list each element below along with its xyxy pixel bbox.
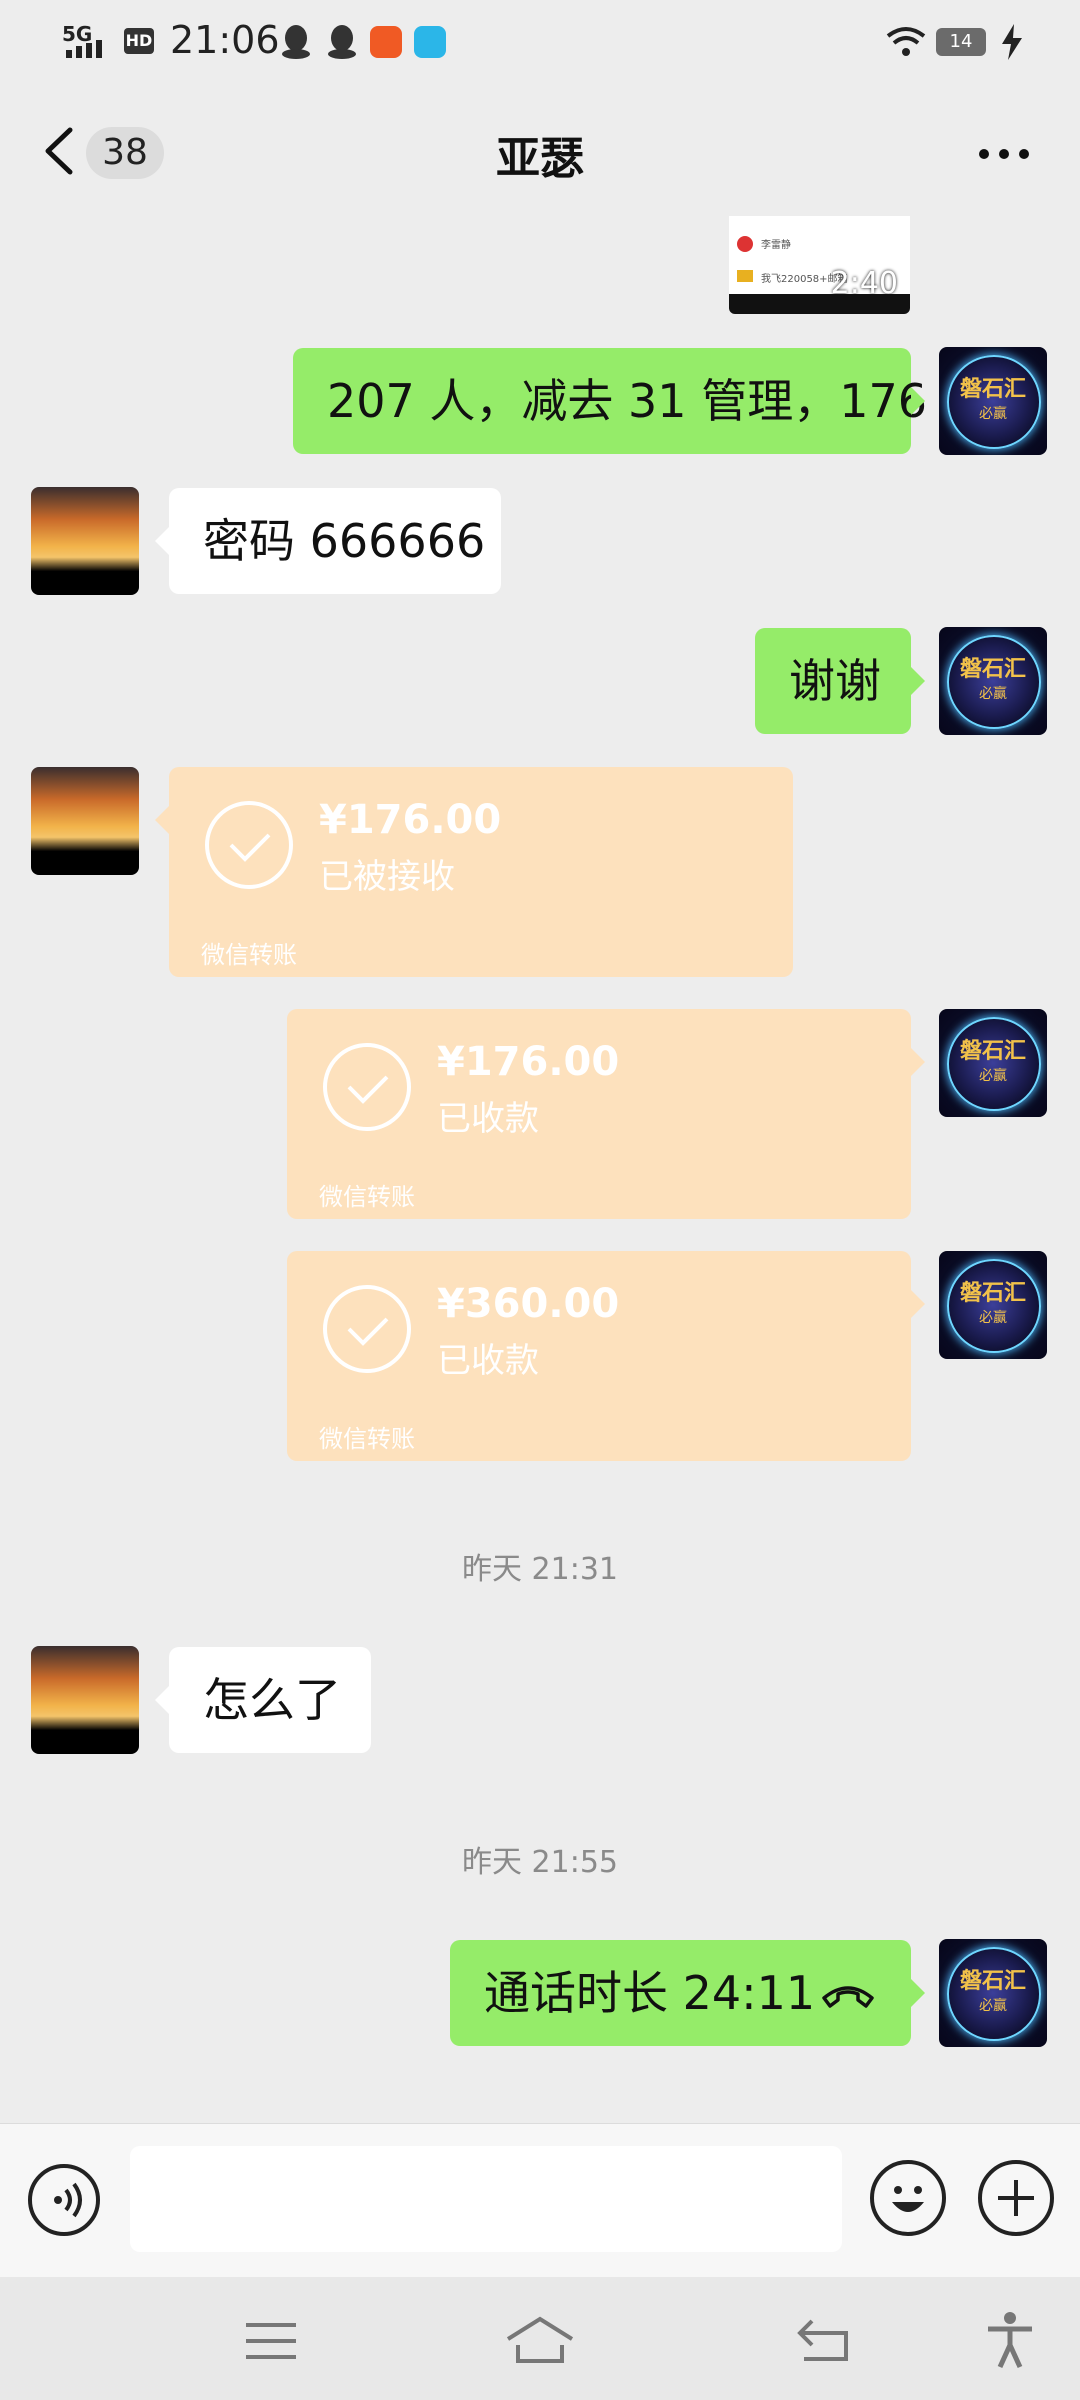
check-circle-icon	[323, 1043, 411, 1131]
chat-header: 38 亚瑟	[0, 86, 1080, 216]
transfer-amount: ¥176.00	[437, 1039, 620, 1085]
wifi-icon	[886, 27, 926, 56]
bubble-tail	[155, 527, 169, 555]
my-avatar[interactable]: 磐石汇 必赢	[939, 627, 1047, 735]
message-timestamp: 昨天 21:31	[462, 1552, 618, 1587]
status-bar: 5G HD 21:06 14	[0, 0, 1080, 86]
contact-avatar[interactable]	[31, 487, 139, 595]
transfer-card[interactable]: ¥360.00 已收款 微信转账	[287, 1251, 911, 1461]
my-avatar[interactable]: 磐石汇 必赢	[939, 1939, 1047, 2047]
check-circle-icon	[323, 1285, 411, 1373]
home-icon[interactable]	[504, 2315, 576, 2365]
voice-icon	[54, 2182, 82, 2218]
menu-icon[interactable]	[244, 2321, 298, 2361]
hd-badge: HD	[124, 28, 154, 54]
received-message[interactable]: 密码 666666	[169, 488, 501, 594]
emoji-button[interactable]	[870, 2160, 946, 2236]
more-options-icon[interactable]	[976, 146, 1032, 162]
plus-icon	[998, 2180, 1034, 2216]
qq-icon	[328, 25, 356, 59]
charging-icon	[1002, 24, 1022, 60]
transfer-status: 已被接收	[319, 857, 455, 897]
transfer-status: 已收款	[437, 1099, 539, 1139]
input-bar	[0, 2123, 1080, 2278]
my-avatar[interactable]: 磐石汇 必赢	[939, 1009, 1047, 1117]
message-input[interactable]	[130, 2146, 842, 2252]
transfer-amount: ¥176.00	[319, 797, 502, 843]
image-message[interactable]: 李雷静 我飞220058+邮箱 2:40	[729, 216, 910, 314]
thumb-footer	[729, 294, 910, 314]
contact-avatar[interactable]	[31, 767, 139, 875]
system-nav-bar	[0, 2277, 1080, 2400]
sent-message[interactable]: 207 人，减去 31 管理，176	[293, 348, 927, 454]
message-timestamp: 昨天 21:55	[462, 1845, 618, 1880]
bubble-tail	[911, 1048, 925, 1076]
bubble-tail	[911, 387, 925, 415]
bubble-tail	[155, 806, 169, 834]
smiley-icon	[892, 2186, 924, 2212]
thumb-icon	[737, 270, 753, 282]
bubble-tail	[155, 1686, 169, 1714]
my-avatar[interactable]: 磐石汇 必赢	[939, 347, 1047, 455]
signal-icon	[66, 40, 102, 58]
back-nav-icon[interactable]	[796, 2317, 852, 2363]
transfer-label: 微信转账	[319, 1183, 415, 1211]
status-time: 21:06	[170, 18, 280, 62]
thumb-icon	[737, 236, 753, 252]
battery-icon: 14	[936, 28, 986, 56]
thumb-row: 李雷静	[761, 240, 791, 251]
chat-app-icon	[414, 26, 446, 58]
accessibility-icon[interactable]	[986, 2311, 1034, 2369]
back-arrow-icon[interactable]	[40, 126, 80, 176]
received-message[interactable]: 怎么了	[169, 1647, 371, 1753]
bubble-tail	[911, 1979, 925, 2007]
kuaishou-icon	[370, 26, 402, 58]
chat-title: 亚瑟	[496, 133, 584, 184]
transfer-amount: ¥360.00	[437, 1281, 620, 1327]
bubble-tail	[911, 667, 925, 695]
contact-avatar[interactable]	[31, 1646, 139, 1754]
transfer-card[interactable]: ¥176.00 已被接收 微信转账	[169, 767, 793, 977]
transfer-label: 微信转账	[319, 1425, 415, 1453]
sent-message[interactable]: 谢谢	[755, 628, 911, 734]
unread-count-badge[interactable]: 38	[86, 127, 164, 179]
bubble-tail	[911, 1290, 925, 1318]
check-circle-icon	[205, 801, 293, 889]
my-avatar[interactable]: 磐石汇 必赢	[939, 1251, 1047, 1359]
transfer-label: 微信转账	[201, 941, 297, 969]
transfer-status: 已收款	[437, 1341, 539, 1381]
phone-hangup-icon	[822, 1986, 874, 2008]
voice-input-button[interactable]	[28, 2164, 100, 2236]
more-functions-button[interactable]	[978, 2160, 1054, 2236]
qq-icon	[282, 25, 310, 59]
transfer-card[interactable]: ¥176.00 已收款 微信转账	[287, 1009, 911, 1219]
